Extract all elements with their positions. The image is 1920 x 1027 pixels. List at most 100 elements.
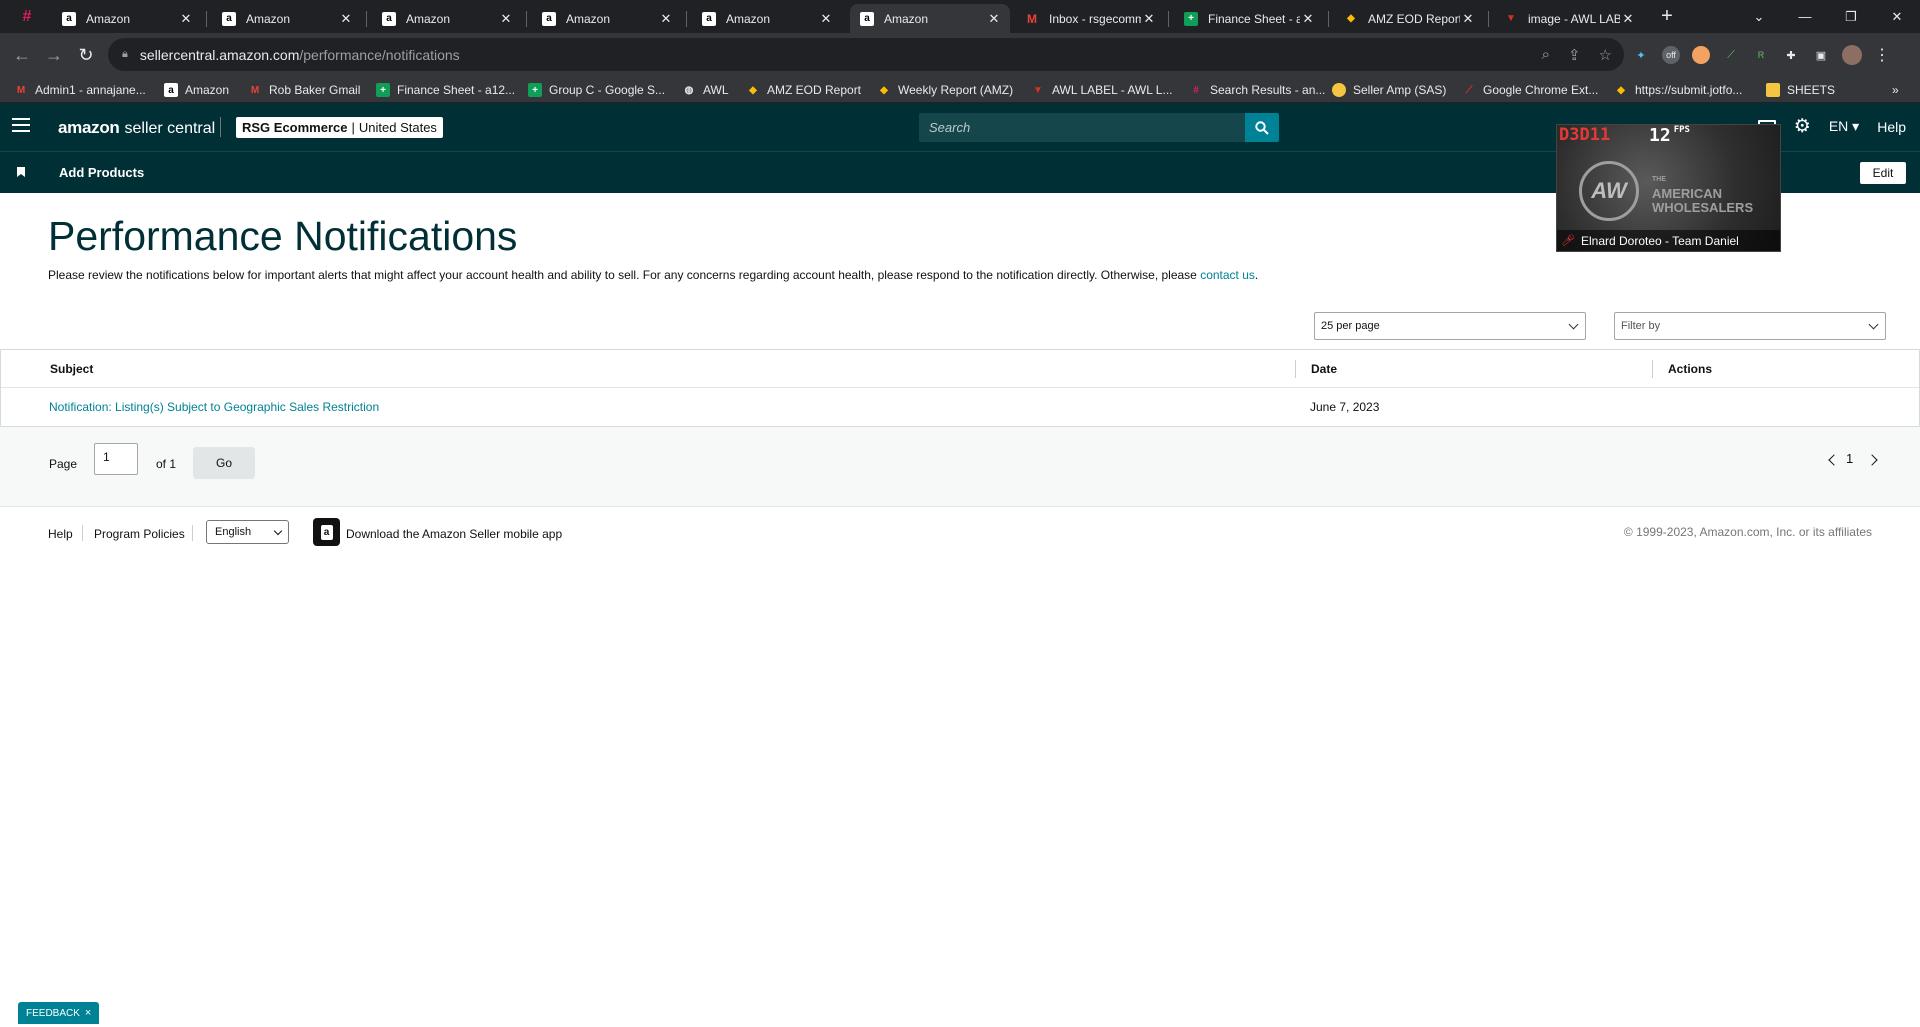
close-tab-icon[interactable]: ✕ <box>338 11 354 27</box>
column-header-date[interactable]: Date <box>1311 362 1337 376</box>
bookmarks-overflow-icon[interactable]: » <box>1892 81 1899 99</box>
page-number-input[interactable]: 1 <box>94 443 138 475</box>
extension-off-icon[interactable]: off <box>1662 46 1680 64</box>
chevron-down-icon <box>273 526 283 536</box>
browser-tab-active[interactable]: a Amazon ✕ <box>850 4 1010 33</box>
per-page-select[interactable]: 25 per page <box>1314 312 1586 340</box>
slack-icon[interactable]: # <box>18 8 36 26</box>
kebab-menu-icon[interactable]: ⋮ <box>1874 45 1890 65</box>
search-input[interactable]: Search <box>919 113 1245 142</box>
bookmark-item[interactable]: + Finance Sheet - a12... <box>376 81 515 99</box>
store-switcher[interactable]: RSG Ecommerce | United States <box>236 117 443 138</box>
extension-icon[interactable]: ⟋ <box>1722 46 1740 64</box>
edit-button[interactable]: Edit <box>1860 162 1906 184</box>
back-icon[interactable]: ← <box>8 41 36 69</box>
browser-tab[interactable]: ◆ AMZ EOD Report ✕ <box>1334 4 1484 33</box>
help-link[interactable]: Help <box>1877 119 1906 135</box>
browser-tab[interactable]: ▼ image - AWL LAB ✕ <box>1494 4 1644 33</box>
seller-app-icon[interactable]: a <box>313 518 340 546</box>
column-header-subject[interactable]: Subject <box>50 362 93 376</box>
search-button[interactable] <box>1245 113 1279 142</box>
bookmark-item[interactable]: ◆ Weekly Report (AMZ) <box>877 81 1013 99</box>
current-page-number[interactable]: 1 <box>1846 451 1853 466</box>
bookmark-item[interactable]: ▼ AWL LABEL - AWL L... <box>1031 81 1172 99</box>
close-icon[interactable]: × <box>85 1007 91 1019</box>
close-tab-icon[interactable]: ✕ <box>498 11 514 27</box>
feedback-button[interactable]: FEEDBACK × <box>18 1002 100 1024</box>
video-call-overlay[interactable]: D3D11 12 FPS AW THE AMERICAN WHOLESALERS … <box>1556 124 1781 252</box>
gear-icon[interactable]: ⚙ <box>1794 117 1811 136</box>
bookmark-item[interactable]: ◆ AMZ EOD Report <box>746 81 861 99</box>
footer-help-link[interactable]: Help <box>48 527 73 541</box>
url-bar[interactable]: 🔒︎ sellercentral.amazon.com/performance/… <box>108 38 1624 71</box>
bookmark-item[interactable]: ◍ AWL <box>682 81 729 99</box>
bookmark-label: https://submit.jotfo... <box>1635 83 1743 97</box>
side-panel-icon[interactable]: ▣ <box>1812 46 1830 64</box>
download-app-link[interactable]: Download the Amazon Seller mobile app <box>346 527 562 541</box>
browser-tab[interactable]: a Amazon ✕ <box>212 4 362 33</box>
tab-search-icon[interactable]: ⌄ <box>1736 0 1782 33</box>
new-tab-button[interactable]: + <box>1650 0 1684 33</box>
language-selector[interactable]: EN ▾ <box>1829 118 1859 135</box>
filter-by-select[interactable]: Filter by <box>1614 312 1886 340</box>
extension-icon[interactable]: ✦ <box>1632 46 1650 64</box>
puzzle-icon[interactable]: ✚ <box>1782 46 1800 64</box>
close-tab-icon[interactable]: ✕ <box>178 11 194 27</box>
bookmark-item[interactable]: Seller Amp (SAS) <box>1332 81 1446 99</box>
intro-text: Please review the notifications below fo… <box>48 268 1258 282</box>
bookmark-item[interactable]: ◆ https://submit.jotfo... <box>1614 81 1742 99</box>
forward-icon[interactable]: → <box>40 41 68 69</box>
bookmark-label: AMZ EOD Report <box>767 83 862 97</box>
browser-tab[interactable]: a Amazon ✕ <box>692 4 842 33</box>
close-tab-icon[interactable]: ✕ <box>658 11 674 27</box>
bookmarks-bar: M Admin1 - annajane... a Amazon M Rob Baker… <box>0 77 1920 103</box>
footer-language-select[interactable]: English <box>206 520 289 544</box>
report-icon: ◆ <box>749 84 757 96</box>
minimize-icon[interactable]: — <box>1782 0 1828 33</box>
notification-subject-link[interactable]: Notification: Listing(s) Subject to Geog… <box>49 400 379 414</box>
close-tab-icon[interactable]: ✕ <box>818 11 834 27</box>
seller-central-logo[interactable]: amazon seller central <box>58 118 215 138</box>
extension-icon[interactable]: R <box>1752 46 1770 64</box>
hamburger-menu-icon[interactable] <box>12 118 30 136</box>
close-tab-icon[interactable]: ✕ <box>1300 11 1316 27</box>
reload-icon[interactable]: ↻ <box>72 41 100 69</box>
program-policies-link[interactable]: Program Policies <box>94 527 185 541</box>
fps-label: FPS <box>1673 125 1690 135</box>
chevron-right-icon[interactable] <box>1866 454 1878 466</box>
zoom-icon[interactable]: ⌕ <box>1542 46 1550 64</box>
star-icon[interactable]: ☆ <box>1599 46 1612 64</box>
bookmark-label: Admin1 - annajane... <box>35 83 146 97</box>
bookmark-item[interactable]: # Search Results - an... <box>1189 81 1325 99</box>
go-button[interactable]: Go <box>193 447 255 479</box>
close-tab-icon[interactable]: ✕ <box>986 11 1002 27</box>
bookmark-item[interactable]: M Rob Baker Gmail <box>248 81 361 99</box>
bookmark-icon[interactable] <box>17 167 25 177</box>
restore-icon[interactable]: ❐ <box>1828 0 1874 33</box>
profile-avatar[interactable] <box>1842 45 1862 65</box>
bookmark-item[interactable]: M Admin1 - annajane... <box>14 81 146 99</box>
bookmark-folder[interactable]: SHEETS <box>1766 81 1835 99</box>
close-tab-icon[interactable]: ✕ <box>1460 11 1476 27</box>
tab-title: Amazon <box>566 11 611 26</box>
extension-icon[interactable] <box>1692 46 1710 64</box>
add-products-link[interactable]: Add Products <box>59 165 144 180</box>
close-window-icon[interactable]: ✕ <box>1874 0 1920 33</box>
browser-tab[interactable]: a Amazon ✕ <box>52 4 202 33</box>
browser-tab[interactable]: M Inbox - rsgecomm ✕ <box>1015 4 1165 33</box>
close-tab-icon[interactable]: ✕ <box>1141 11 1157 27</box>
slack-icon: # <box>1193 84 1199 96</box>
chevron-left-icon[interactable] <box>1828 454 1840 466</box>
browser-tab[interactable]: + Finance Sheet - a ✕ <box>1174 4 1324 33</box>
store-name: RSG Ecommerce <box>242 120 348 135</box>
close-tab-icon[interactable]: ✕ <box>1620 11 1636 27</box>
share-icon[interactable]: ⇪ <box>1568 46 1581 64</box>
tab-title: Inbox - rsgecomm <box>1049 11 1141 26</box>
bookmark-item[interactable]: a Amazon <box>164 81 229 99</box>
bookmark-item[interactable]: ⟋ Google Chrome Ext... <box>1462 81 1599 99</box>
browser-tab[interactable]: a Amazon ✕ <box>532 4 682 33</box>
notification-date: June 7, 2023 <box>1310 400 1380 414</box>
bookmark-item[interactable]: + Group C - Google S... <box>528 81 665 99</box>
browser-tab[interactable]: a Amazon ✕ <box>372 4 522 33</box>
contact-us-link[interactable]: contact us <box>1200 268 1255 282</box>
